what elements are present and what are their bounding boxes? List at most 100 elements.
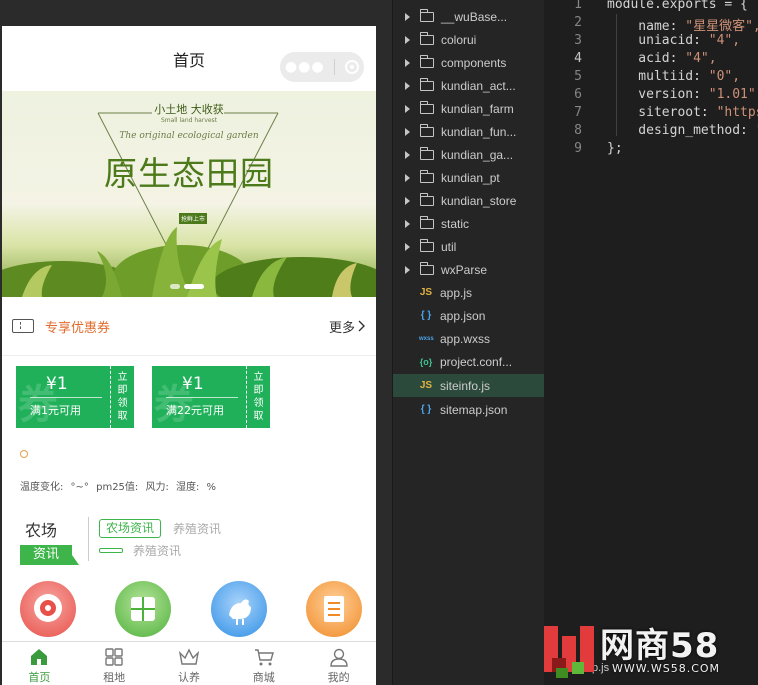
caret-right-icon[interactable] [405, 242, 410, 251]
tree-file[interactable]: wxss app.wxss [393, 327, 544, 350]
tree-folder[interactable]: util [393, 235, 544, 258]
code-line[interactable]: 8 design_method: " [544, 123, 758, 141]
line-number: 5 [574, 69, 582, 84]
tree-item-label: kundian_farm [441, 101, 514, 116]
camera-icon[interactable] [20, 581, 76, 637]
tree-folder[interactable]: __wuBase... [393, 5, 544, 28]
coupon-ticket-icon [12, 319, 34, 333]
code-line[interactable]: 1 module.exports = { [544, 0, 758, 15]
code-line[interactable]: 5 multiid: "0", [544, 69, 758, 87]
caret-right-icon[interactable] [405, 173, 410, 182]
caret-right-icon[interactable] [405, 150, 410, 159]
tree-folder[interactable]: kundian_store [393, 189, 544, 212]
js-file-icon: JS [419, 380, 433, 391]
caret-right-icon[interactable] [405, 196, 410, 205]
caret-right-icon[interactable] [405, 58, 410, 67]
tab-label: 首页 [28, 671, 51, 684]
simulator-panel: 首页 ●●● 小土地 大收获 Small land harvest The or… [0, 0, 392, 685]
watermark-name: 网商58 [600, 626, 720, 666]
code-line[interactable]: 9}; [544, 141, 758, 159]
news-item[interactable]: 农场资讯 养殖资讯 [99, 517, 376, 539]
tree-folder[interactable]: components [393, 51, 544, 74]
tree-item-label: kundian_fun... [441, 124, 517, 139]
code-line[interactable]: 3 uniacid: "4", [544, 33, 758, 51]
claim-button[interactable]: 立 即 领 取 [110, 366, 134, 428]
caret-right-icon[interactable] [405, 127, 410, 136]
tab-label: 我的 [327, 671, 350, 684]
line-number: 1 [574, 0, 582, 12]
news-title: 养殖资讯 [133, 543, 182, 558]
tree-folder[interactable]: static [393, 212, 544, 235]
tree-file[interactable]: {o} project.conf... [393, 350, 544, 373]
banner-slogan-en: Small land harvest [160, 117, 218, 124]
config-file-icon: {o} [419, 356, 433, 367]
caret-right-icon[interactable] [405, 265, 410, 274]
document-icon[interactable] [305, 581, 362, 637]
code-line[interactable]: 7 siteroot: "https [544, 105, 758, 123]
tree-folder[interactable]: kundian_fun... [393, 120, 544, 143]
folder-icon [420, 31, 434, 45]
tree-folder[interactable]: kundian_act... [393, 74, 544, 97]
caret-right-icon[interactable] [405, 219, 410, 228]
folder-icon [420, 261, 434, 275]
folder-icon [420, 192, 434, 206]
claim-button[interactable]: 立 即 领 取 [246, 366, 270, 428]
folder-icon [420, 238, 434, 252]
code-line[interactable]: 6 version: "1.01", [544, 87, 758, 105]
banner-carousel[interactable]: 小土地 大收获 Small land harvest The original … [2, 91, 376, 297]
line-number: 3 [574, 33, 582, 48]
code-string: "https [716, 105, 758, 120]
chicken-icon[interactable] [210, 581, 267, 637]
code-text: name: [607, 19, 686, 34]
tree-folder[interactable]: kundian_pt [393, 166, 544, 189]
news-rows: 农场资讯 养殖资讯 养殖资讯 [99, 517, 376, 563]
tab-rent-land[interactable]: 租地 [77, 642, 152, 685]
code-text: uniacid: [607, 33, 709, 48]
cart-icon [254, 649, 274, 666]
grid-icon[interactable] [115, 581, 172, 637]
tree-file[interactable]: { } app.json [393, 304, 544, 327]
ws58-logo-icon [544, 626, 594, 678]
folder-icon [420, 8, 434, 22]
coupon-amount: ¥1 [46, 374, 68, 394]
carousel-indicator[interactable] [170, 284, 204, 289]
coupon-section-label: 专享优惠券 [45, 320, 111, 336]
tree-item-label: siteinfo.js [440, 378, 491, 393]
caret-right-icon[interactable] [405, 12, 410, 21]
code-editor[interactable]: 1 module.exports = { 2 name: "星星微客", 3 un… [544, 0, 758, 685]
folder-icon [420, 77, 434, 91]
code-line[interactable]: 2 name: "星星微客", [544, 15, 758, 34]
tree-folder[interactable]: kundian_farm [393, 97, 544, 120]
tree-item-label: __wuBase... [441, 9, 508, 24]
coupon-card[interactable]: 券 ¥1 满22元可用 立 即 领 取 [152, 366, 276, 428]
tree-file[interactable]: { } sitemap.json [393, 398, 544, 421]
folder-icon [420, 100, 434, 114]
tab-mine[interactable]: 我的 [301, 642, 376, 685]
tree-item-label: colorui [441, 32, 477, 47]
more-dots-icon[interactable]: ●●● [285, 59, 325, 75]
tree-item-label: project.conf... [440, 354, 513, 369]
tree-folder[interactable]: wxParse [393, 258, 544, 281]
shortcut-grid [2, 581, 376, 637]
code-line-current[interactable]: 4 acid: "4", [544, 51, 758, 69]
tree-folder[interactable]: kundian_ga... [393, 143, 544, 166]
close-target-icon[interactable] [345, 60, 360, 74]
more-link[interactable]: 更多 [329, 317, 366, 336]
tab-home[interactable]: 首页 [2, 642, 77, 685]
tab-adopt[interactable]: 认养 [152, 642, 227, 685]
line-number: 9 [574, 141, 582, 156]
line-number: 8 [574, 123, 582, 138]
tree-folder[interactable]: colorui [393, 28, 544, 51]
news-item[interactable]: 养殖资讯 [99, 539, 376, 561]
capsule-menu[interactable]: ●●● [280, 52, 364, 82]
caret-right-icon[interactable] [405, 104, 410, 113]
coupon-card[interactable]: 券 ¥1 满1元可用 立 即 领 取 [16, 366, 140, 428]
tree-file-selected[interactable]: JS siteinfo.js [393, 374, 544, 397]
caret-right-icon[interactable] [405, 35, 410, 44]
tab-mall[interactable]: 商城 [226, 642, 301, 685]
tree-file[interactable]: JS app.js [393, 281, 544, 304]
code-string: "4", [708, 33, 741, 48]
indicator-dot-active[interactable] [184, 284, 204, 289]
indicator-dot[interactable] [170, 284, 180, 289]
caret-right-icon[interactable] [405, 81, 410, 90]
